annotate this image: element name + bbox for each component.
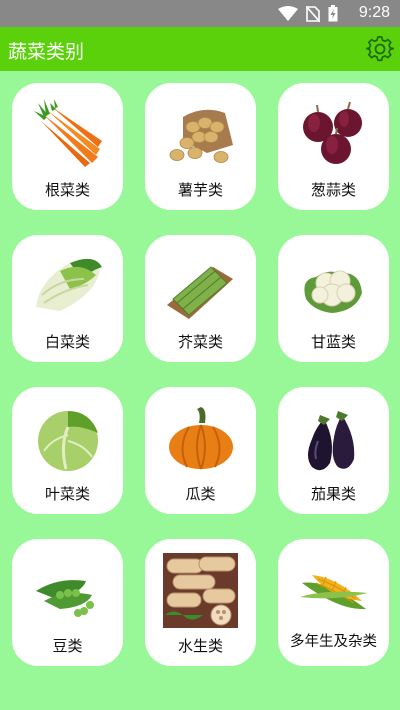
- category-label: 茄果类: [310, 485, 356, 503]
- category-card-aquatic[interactable]: 水生类: [145, 539, 256, 666]
- potato-icon: [163, 97, 238, 172]
- lettuce-icon: [30, 401, 105, 476]
- pumpkin-icon: [163, 401, 238, 476]
- category-card-root-vegetables[interactable]: 根菜类: [12, 83, 123, 210]
- app-bar: 蔬菜类别: [0, 27, 400, 71]
- category-card-perennial-misc[interactable]: 多年生及杂类: [278, 539, 389, 666]
- category-card-leafy[interactable]: 叶菜类: [12, 387, 123, 514]
- status-bar: 9:28: [0, 0, 400, 27]
- pea-icon: [30, 553, 105, 628]
- category-label: 瓜类: [185, 485, 216, 503]
- category-label: 多年生及杂类: [290, 634, 377, 650]
- carrot-icon: [30, 97, 105, 172]
- battery-charging-icon: [328, 5, 338, 22]
- no-sim-icon: [306, 5, 320, 22]
- category-card-solanaceous[interactable]: 茄果类: [278, 387, 389, 514]
- category-label: 葱蒜类: [310, 181, 356, 199]
- category-card-mustard[interactable]: 芥菜类: [145, 235, 256, 362]
- category-label: 甘蓝类: [310, 333, 356, 351]
- settings-button[interactable]: [365, 35, 395, 63]
- lotus-root-icon: [163, 553, 238, 628]
- category-label: 根菜类: [44, 181, 90, 199]
- corn-icon: [296, 553, 371, 628]
- category-label: 豆类: [52, 637, 83, 655]
- category-label: 芥菜类: [177, 333, 223, 351]
- wifi-icon: [278, 5, 298, 22]
- cauliflower-icon: [296, 249, 371, 324]
- page-title: 蔬菜类别: [8, 41, 85, 63]
- mustard-greens-icon: [163, 249, 238, 324]
- category-label: 白菜类: [44, 333, 90, 351]
- gear-icon: [365, 36, 395, 62]
- chinese-cabbage-icon: [30, 249, 105, 324]
- category-card-chinese-cabbage[interactable]: 白菜类: [12, 235, 123, 362]
- category-label: 薯芋类: [177, 181, 223, 199]
- category-card-cole[interactable]: 甘蓝类: [278, 235, 389, 362]
- eggplant-icon: [296, 401, 371, 476]
- category-card-legumes[interactable]: 豆类: [12, 539, 123, 666]
- category-card-gourds[interactable]: 瓜类: [145, 387, 256, 514]
- status-time: 9:28: [358, 4, 390, 21]
- category-grid: 根菜类 薯芋类 葱蒜类 白菜类 芥菜类 甘蓝类 叶菜类 瓜类 茄果类 豆类 水生…: [0, 71, 400, 710]
- category-label: 叶菜类: [44, 485, 90, 503]
- category-card-allium[interactable]: 葱蒜类: [278, 83, 389, 210]
- status-icons: [278, 5, 338, 22]
- category-label: 水生类: [177, 637, 223, 655]
- category-card-tubers[interactable]: 薯芋类: [145, 83, 256, 210]
- onion-icon: [296, 97, 371, 172]
